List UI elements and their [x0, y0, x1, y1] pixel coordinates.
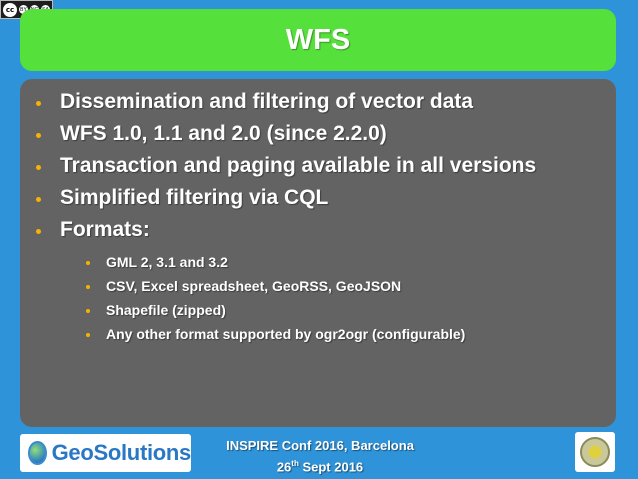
- format-item: Any other format supported by ogr2ogr (c…: [80, 322, 616, 346]
- title-bar: WFS: [20, 9, 616, 71]
- format-list: GML 2, 3.1 and 3.2 CSV, Excel spreadshee…: [60, 250, 616, 346]
- geosolutions-logo: GeoSolutions: [20, 434, 191, 472]
- format-item: CSV, Excel spreadsheet, GeoRSS, GeoJSON: [80, 274, 616, 298]
- seal-icon: [580, 437, 610, 467]
- university-seal: [575, 432, 615, 472]
- footer-caption: INSPIRE Conf 2016, Barcelona 26th Sept 2…: [200, 437, 440, 476]
- bullet-item: Simplified filtering via CQL: [34, 182, 616, 214]
- conference-name: INSPIRE Conf 2016, Barcelona: [226, 438, 414, 453]
- bullet-dot-icon: [86, 285, 90, 289]
- bullet-dot-icon: [86, 333, 90, 337]
- bullet-dot-icon: [86, 261, 90, 265]
- bullet-item-formats: Formats: GML 2, 3.1 and 3.2 CSV, Excel s…: [34, 214, 616, 346]
- format-item: GML 2, 3.1 and 3.2: [80, 250, 616, 274]
- globe-icon: [28, 441, 47, 465]
- bullet-item: Dissemination and filtering of vector da…: [34, 86, 616, 118]
- bullet-item: Transaction and paging available in all …: [34, 150, 616, 182]
- format-item: Shapefile (zipped): [80, 298, 616, 322]
- bullet-dot-icon: [36, 101, 41, 106]
- content-panel: Dissemination and filtering of vector da…: [20, 79, 616, 427]
- bullet-dot-icon: [36, 229, 41, 234]
- bullet-dot-icon: [36, 133, 41, 138]
- bullet-dot-icon: [36, 197, 41, 202]
- cc-icon: cc: [3, 2, 17, 17]
- slide-title: WFS: [285, 23, 351, 56]
- bullet-dot-icon: [86, 309, 90, 313]
- bullet-item: WFS 1.0, 1.1 and 2.0 (since 2.2.0): [34, 118, 616, 150]
- logo-text: GeoSolutions: [51, 440, 192, 465]
- conference-date: 26th Sept 2016: [276, 459, 364, 475]
- bullet-dot-icon: [36, 165, 41, 170]
- bullet-list: Dissemination and filtering of vector da…: [20, 79, 616, 346]
